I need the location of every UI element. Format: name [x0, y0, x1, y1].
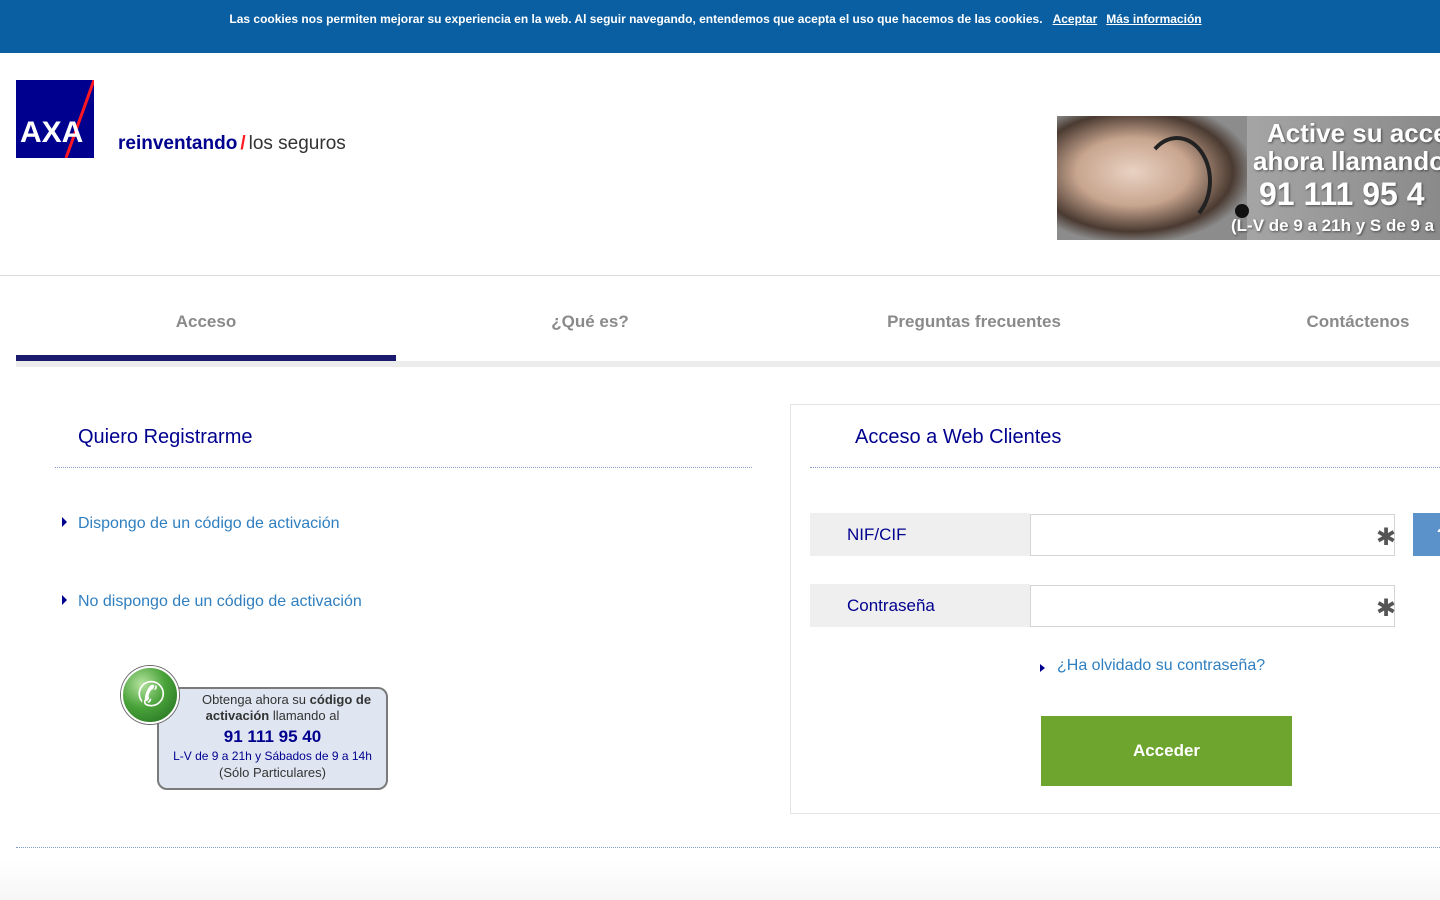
- footer-area: [0, 860, 1440, 900]
- link-have-activation-code[interactable]: Dispongo de un código de activación: [62, 515, 340, 533]
- headset-icon: [1142, 136, 1212, 226]
- banner-line-1: Active su acce: [1267, 118, 1440, 148]
- caret-right-icon: [62, 517, 67, 527]
- nif-input[interactable]: [1030, 514, 1395, 556]
- link-no-activation-code-label: No dispongo de un código de activación: [78, 593, 362, 610]
- forgot-password-label: ¿Ha olvidado su contraseña?: [1057, 657, 1266, 674]
- banner-line-2: ahora llamando: [1253, 146, 1440, 176]
- register-divider: [55, 467, 752, 468]
- promo-note: (Sólo Particulares): [219, 765, 326, 780]
- axa-logo[interactable]: AXA: [16, 80, 94, 158]
- password-field-row: Contraseña ✱: [810, 584, 1396, 627]
- nif-field-row: NIF/CIF ✱: [810, 513, 1396, 556]
- brand-tagline: reinventando / los seguros: [118, 133, 346, 155]
- nif-label: NIF/CIF: [810, 513, 1030, 556]
- promo-line-1: Obtenga ahora su código de: [159, 692, 386, 708]
- promo-line-2: activación llamando al: [159, 708, 386, 724]
- tab-bar: Acceso ¿Qué es? Preguntas frecuentes Con…: [16, 300, 1440, 368]
- tab-acceso[interactable]: Acceso: [56, 312, 356, 332]
- cookie-banner: Las cookies nos permiten mejorar su expe…: [0, 0, 1440, 53]
- header-divider: [0, 275, 1440, 276]
- link-have-activation-code-label: Dispongo de un código de activación: [78, 515, 340, 532]
- tagline-bold: reinventando: [118, 133, 238, 154]
- tab-track-rest: [396, 361, 1440, 367]
- activation-code-promo: Obtenga ahora su código de activación ll…: [157, 687, 388, 790]
- promo-line-1-prefix: Obtenga ahora su: [201, 692, 310, 707]
- forgot-password-link[interactable]: ¿Ha olvidado su contraseña?: [1040, 657, 1265, 675]
- promo-hours: L-V de 9 a 21h y Sábados de 9 a 14h: [173, 749, 372, 763]
- promo-phone: 91 111 95 40: [223, 727, 322, 746]
- login-submit-button[interactable]: Acceder: [1041, 716, 1292, 786]
- tab-track: [16, 361, 396, 367]
- phone-icon: ✆: [121, 666, 179, 724]
- register-title: Quiero Registrarme: [78, 426, 253, 448]
- tab-preguntas-frecuentes[interactable]: Preguntas frecuentes: [824, 312, 1124, 332]
- required-asterisk-icon: ✱: [1376, 595, 1397, 622]
- svg-text:AXA: AXA: [20, 116, 83, 149]
- caret-right-icon: [1040, 664, 1045, 672]
- banner-phone: 91 111 95 4: [1259, 176, 1425, 212]
- promo-line-2-bold: activación: [205, 708, 270, 723]
- tab-contactenos[interactable]: Contáctenos: [1208, 312, 1440, 332]
- tagline-slash: /: [240, 133, 246, 154]
- footer-divider: [16, 847, 1440, 848]
- promo-line-1-bold: código de: [309, 692, 372, 707]
- cookie-accept-link[interactable]: Aceptar: [1053, 12, 1098, 26]
- nif-help-button[interactable]: ?: [1413, 513, 1440, 556]
- cookie-more-info-link[interactable]: Más información: [1106, 12, 1201, 26]
- login-title: Acceso a Web Clientes: [855, 426, 1062, 448]
- axa-logo-icon: AXA: [20, 80, 94, 158]
- tab-que-es[interactable]: ¿Qué es?: [440, 312, 740, 332]
- required-asterisk-icon: ✱: [1376, 524, 1397, 551]
- banner-hours: (L-V de 9 a 21h y S de 9 a: [1231, 216, 1435, 235]
- login-divider: [810, 467, 1440, 468]
- password-input[interactable]: [1030, 585, 1395, 627]
- cookie-text: Las cookies nos permiten mejorar su expe…: [229, 12, 1043, 26]
- caret-right-icon: [62, 595, 67, 605]
- activation-banner[interactable]: Active su acce ahora llamando 91 111 95 …: [1057, 116, 1440, 240]
- promo-line-2-suffix: llamando al: [269, 708, 340, 723]
- active-tab-indicator: [16, 355, 396, 361]
- link-no-activation-code[interactable]: No dispongo de un código de activación: [62, 593, 362, 611]
- password-label: Contraseña: [810, 584, 1030, 627]
- tagline-light: los seguros: [248, 133, 346, 154]
